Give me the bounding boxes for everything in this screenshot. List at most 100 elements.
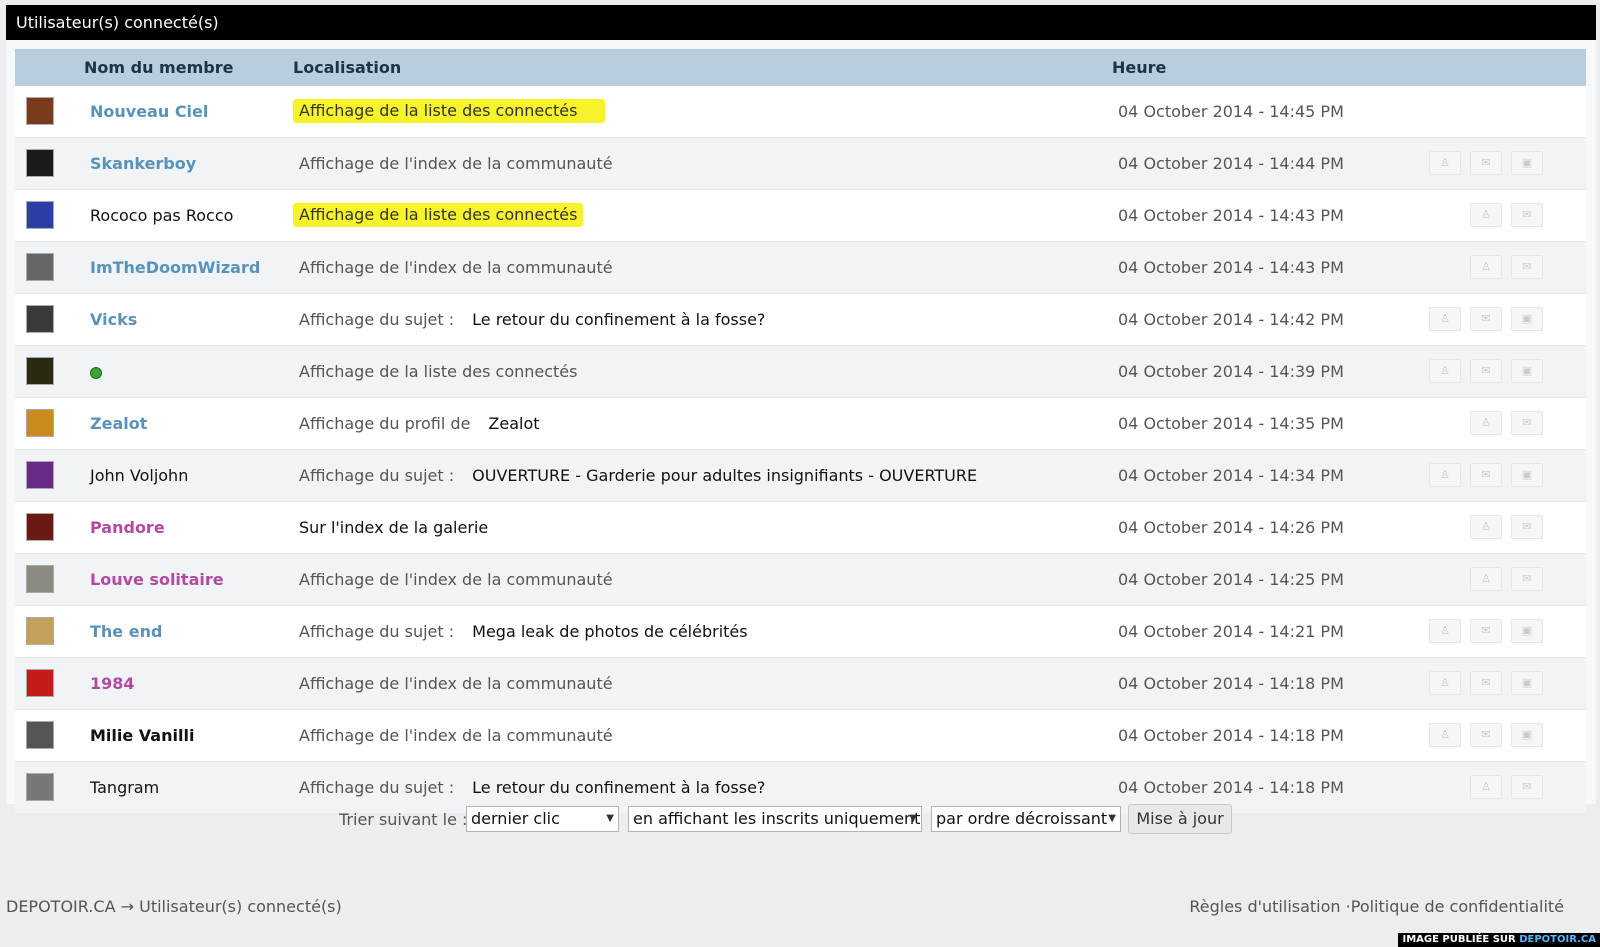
time-cell: 04 October 2014 - 14:18 PM	[1118, 674, 1344, 693]
card-icon-button[interactable]: ▣	[1511, 723, 1543, 747]
card-icon-button[interactable]: ▣	[1511, 671, 1543, 695]
location-text: Affichage de la liste des connectés	[299, 101, 578, 120]
column-header-time: Heure	[1112, 58, 1167, 77]
breadcrumb-arrow: →	[120, 897, 135, 916]
card-icon-button[interactable]: ▣	[1511, 619, 1543, 643]
card-icon-button[interactable]: ▣	[1511, 359, 1543, 383]
member-name-link[interactable]: 1984	[90, 658, 135, 709]
user-icon-button[interactable]: ♙	[1470, 775, 1502, 799]
avatar[interactable]	[26, 409, 54, 437]
time-cell: 04 October 2014 - 14:26 PM	[1118, 518, 1344, 537]
member-name-link[interactable]: Vicks	[90, 294, 137, 345]
breadcrumb-current: Utilisateur(s) connecté(s)	[139, 897, 342, 916]
time-cell: 04 October 2014 - 14:44 PM	[1118, 154, 1344, 173]
location-target-link[interactable]: Le retour du confinement à la fosse?	[472, 778, 765, 797]
member-name-link[interactable]: Rococo pas Rocco	[90, 190, 233, 241]
mail-icon-button[interactable]: ✉	[1470, 723, 1502, 747]
table-header: Nom du membre Localisation Heure	[15, 49, 1586, 86]
mail-icon-button[interactable]: ✉	[1511, 255, 1543, 279]
card-icon-button[interactable]: ▣	[1511, 151, 1543, 175]
location-target-link[interactable]: OUVERTURE - Garderie pour adultes insign…	[472, 466, 977, 485]
user-icon-button[interactable]: ♙	[1470, 255, 1502, 279]
avatar[interactable]	[26, 773, 54, 801]
user-icon-button[interactable]: ♙	[1470, 515, 1502, 539]
location-cell: Affichage du profil de Zealot	[299, 398, 540, 449]
sort-by-select[interactable]: dernier clic ▼	[466, 806, 619, 832]
location-text: Affichage de la liste des connectés	[299, 205, 578, 224]
column-header-location: Localisation	[293, 58, 402, 77]
avatar[interactable]	[26, 97, 54, 125]
breadcrumb: DEPOTOIR.CA → Utilisateur(s) connecté(s)	[6, 895, 342, 919]
user-icon-button[interactable]: ♙	[1429, 307, 1461, 331]
member-name-link[interactable]: Nouveau Ciel	[90, 86, 208, 137]
member-name-link[interactable]: Skankerboy	[90, 138, 196, 189]
avatar[interactable]	[26, 253, 54, 281]
member-name-link[interactable]: Pandore	[90, 502, 165, 553]
avatar[interactable]	[26, 305, 54, 333]
location-target-link[interactable]: Zealot	[488, 414, 539, 433]
mail-icon-button[interactable]: ✉	[1470, 463, 1502, 487]
footer-links: Règles d'utilisation ·Politique de confi…	[1189, 895, 1564, 919]
mail-icon-button[interactable]: ✉	[1511, 411, 1543, 435]
user-icon-button[interactable]: ♙	[1470, 411, 1502, 435]
member-name-link[interactable]: Zealot	[90, 398, 147, 449]
order-select[interactable]: par ordre décroissant ▼	[931, 806, 1121, 832]
mail-icon-button[interactable]: ✉	[1511, 567, 1543, 591]
avatar[interactable]	[26, 513, 54, 541]
update-button[interactable]: Mise à jour	[1128, 804, 1232, 834]
user-icon-button[interactable]: ♙	[1429, 619, 1461, 643]
mail-icon-button[interactable]: ✉	[1470, 151, 1502, 175]
table-row: Pandore Sur l'index de la galerie 04 Octob…	[15, 501, 1586, 553]
member-name-link[interactable]: Milie Vanilli	[90, 710, 194, 761]
user-icon-button[interactable]: ♙	[1429, 463, 1461, 487]
mail-icon-button[interactable]: ✉	[1470, 307, 1502, 331]
location-cell: Affichage de l'index de la communauté	[299, 138, 613, 189]
member-name-link[interactable]	[90, 346, 102, 397]
location-cell: Affichage de la liste des connectés	[299, 346, 577, 397]
avatar[interactable]	[26, 357, 54, 385]
time-cell: 04 October 2014 - 14:34 PM	[1118, 466, 1344, 485]
card-icon-button[interactable]: ▣	[1511, 463, 1543, 487]
avatar[interactable]	[26, 669, 54, 697]
member-name-link[interactable]: The end	[90, 606, 162, 657]
sort-label: Trier suivant le :	[339, 810, 468, 829]
avatar[interactable]	[26, 565, 54, 593]
member-name-link[interactable]: John Voljohn	[90, 450, 188, 501]
user-icon-button[interactable]: ♙	[1429, 671, 1461, 695]
location-cell: Affichage de l'index de la communauté	[299, 242, 613, 293]
table-row: John Voljohn Affichage du sujet : OUVERTUR…	[15, 449, 1586, 501]
table-row: 1984 Affichage de l'index de la communaut…	[15, 657, 1586, 709]
table-row: Nouveau Ciel Affichage de la liste des co…	[15, 86, 1586, 137]
mail-icon-button[interactable]: ✉	[1470, 671, 1502, 695]
order-value: par ordre décroissant	[936, 809, 1108, 828]
table-row: ImTheDoomWizard Affichage de l'index de l…	[15, 241, 1586, 293]
table-row: The end Affichage du sujet : Mega leak de …	[15, 605, 1586, 657]
rules-link[interactable]: Règles d'utilisation	[1189, 897, 1340, 916]
mail-icon-button[interactable]: ✉	[1511, 515, 1543, 539]
breadcrumb-home-link[interactable]: DEPOTOIR.CA	[6, 897, 116, 916]
chevron-down-icon: ▼	[606, 813, 614, 824]
avatar[interactable]	[26, 201, 54, 229]
mail-icon-button[interactable]: ✉	[1511, 203, 1543, 227]
user-icon-button[interactable]: ♙	[1429, 151, 1461, 175]
location-target-link[interactable]: Mega leak de photos de célébrités	[472, 622, 747, 641]
avatar[interactable]	[26, 617, 54, 645]
table-row: Zealot Affichage du profil de Zealot 04 Oct…	[15, 397, 1586, 449]
avatar[interactable]	[26, 461, 54, 489]
mail-icon-button[interactable]: ✉	[1511, 775, 1543, 799]
card-icon-button[interactable]: ▣	[1511, 307, 1543, 331]
user-icon-button[interactable]: ♙	[1429, 359, 1461, 383]
user-icon-button[interactable]: ♙	[1470, 567, 1502, 591]
filter-select[interactable]: en affichant les inscrits uniquement ▼	[628, 806, 922, 832]
location-target-link[interactable]: Le retour du confinement à la fosse?	[472, 310, 765, 329]
user-icon-button[interactable]: ♙	[1470, 203, 1502, 227]
mail-icon-button[interactable]: ✉	[1470, 619, 1502, 643]
avatar[interactable]	[26, 149, 54, 177]
table-row: Milie Vanilli Affichage de l'index de la …	[15, 709, 1586, 761]
privacy-link[interactable]: Politique de confidentialité	[1351, 897, 1564, 916]
avatar[interactable]	[26, 721, 54, 749]
mail-icon-button[interactable]: ✉	[1470, 359, 1502, 383]
member-name-link[interactable]: ImTheDoomWizard	[90, 242, 260, 293]
user-icon-button[interactable]: ♙	[1429, 723, 1461, 747]
member-name-link[interactable]: Louve solitaire	[90, 554, 224, 605]
